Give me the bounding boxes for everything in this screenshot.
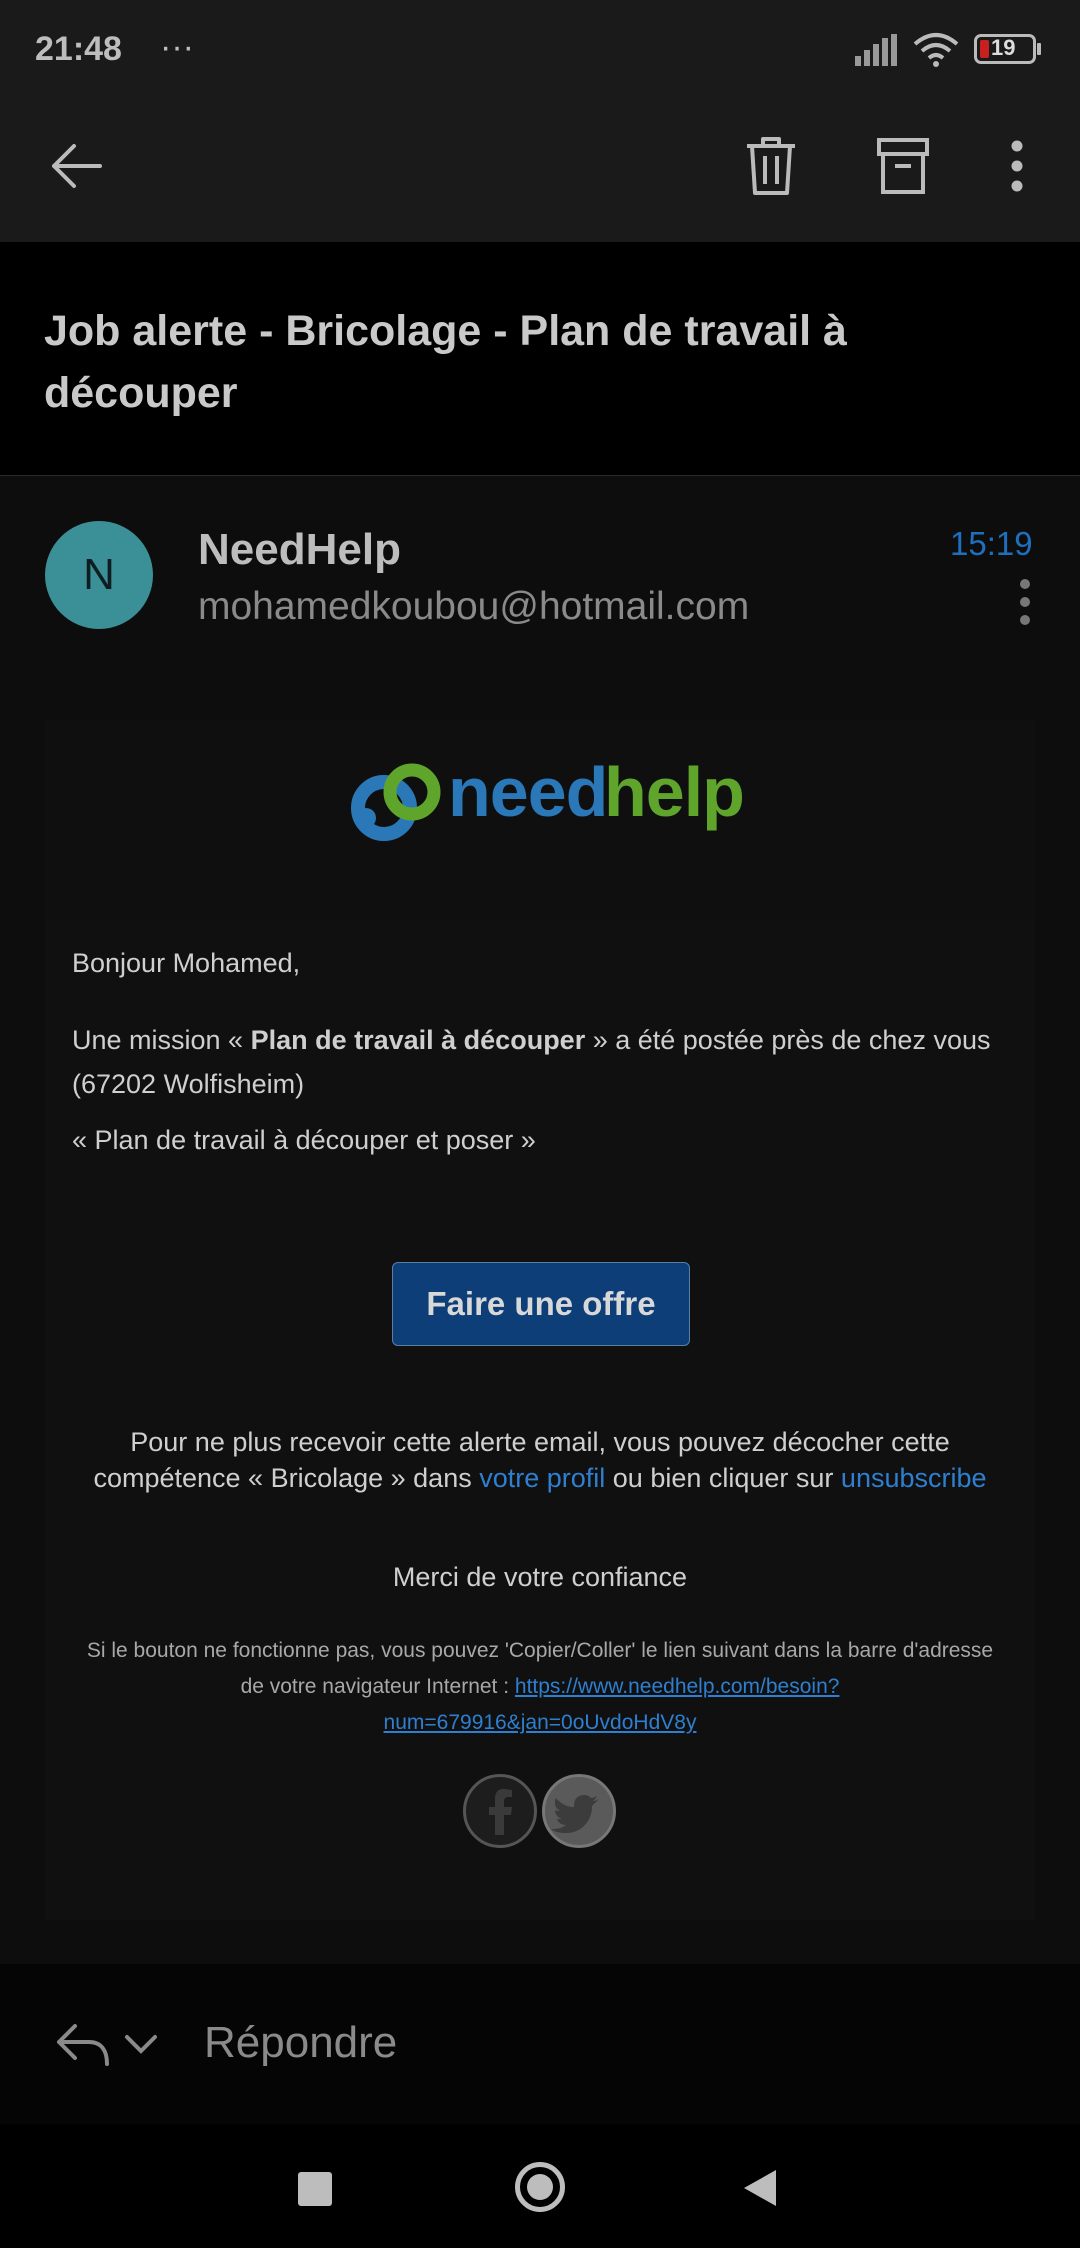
- fallback-line-2: de votre navigateur Internet : https://w…: [45, 1669, 1035, 1705]
- email-time: 15:19: [950, 525, 1033, 562]
- status-bar: 21:48 ··· 19: [0, 0, 1080, 100]
- unsubscribe-line-2: compétence « Bricolage » dans votre prof…: [45, 1460, 1035, 1496]
- avatar-letter: N: [83, 550, 115, 599]
- back-nav-icon[interactable]: [742, 2168, 778, 2208]
- signal-icon: [855, 34, 897, 66]
- facebook-icon[interactable]: [463, 1774, 537, 1848]
- profile-link[interactable]: votre profil: [479, 1463, 605, 1493]
- fallback-url-continued[interactable]: num=679916&jan=0oUvdoHdV8y: [384, 1711, 697, 1734]
- mission-location: (67202 Wolfisheim): [72, 1069, 305, 1099]
- sender-name[interactable]: NeedHelp: [198, 525, 401, 575]
- thanks-text: Merci de votre confiance: [392, 1562, 688, 1592]
- subject-line-2: découper: [44, 369, 238, 417]
- needhelp-logo-mark: [351, 763, 441, 841]
- status-time: 21:48: [35, 30, 122, 68]
- make-offer-button[interactable]: Faire une offre: [392, 1262, 690, 1346]
- reply-bar: Répondre: [0, 1964, 1080, 2124]
- recents-button[interactable]: [298, 2172, 332, 2206]
- status-dots: ···: [160, 28, 194, 66]
- avatar[interactable]: N: [45, 521, 153, 629]
- logo-text-help: help: [604, 753, 745, 831]
- reply-label[interactable]: Répondre: [204, 2018, 397, 2068]
- mission-quote: « Plan de travail à découper et poser »: [72, 1125, 536, 1155]
- unsubscribe-link[interactable]: unsubscribe: [841, 1463, 987, 1493]
- unsubscribe-text: Pour ne plus recevoir cette alerte email…: [45, 1424, 1035, 1496]
- subject-line-1: Job alerte - Bricolage - Plan de travail…: [44, 307, 847, 355]
- mission-text: Une mission « Plan de travail à découper…: [72, 1018, 1012, 1106]
- email-toolbar: [0, 100, 1080, 242]
- logo-text-need: need: [448, 753, 608, 831]
- email-subject: Job alerte - Bricolage - Plan de travail…: [44, 300, 944, 424]
- sender-address[interactable]: mohamedkoubou@hotmail.com: [198, 585, 749, 629]
- fallback-url[interactable]: https://www.needhelp.com/besoin?: [515, 1675, 840, 1698]
- greeting: Bonjour Mohamed,: [72, 948, 301, 978]
- trash-icon[interactable]: [745, 136, 797, 196]
- home-button[interactable]: [515, 2162, 565, 2212]
- mission-prefix: Une mission «: [72, 1025, 251, 1055]
- chevron-down-icon[interactable]: [124, 2034, 158, 2056]
- reply-icon[interactable]: [55, 2022, 111, 2066]
- unsubscribe-line-2-b: ou bien cliquer sur: [605, 1463, 841, 1493]
- unsubscribe-line-2-a: compétence « Bricolage » dans: [93, 1463, 480, 1493]
- battery-level: 19: [991, 35, 1016, 60]
- needhelp-logo: need help: [350, 750, 745, 850]
- unsubscribe-line-1: Pour ne plus recevoir cette alerte email…: [130, 1427, 950, 1457]
- fallback-line-1: Si le bouton ne fonctionne pas, vous pou…: [86, 1639, 994, 1662]
- mission-title: Plan de travail à découper: [250, 1025, 586, 1055]
- arrow-left-icon[interactable]: [48, 138, 104, 194]
- more-vertical-icon[interactable]: [1010, 140, 1024, 192]
- battery-icon: 19: [974, 34, 1036, 64]
- wifi-icon: [913, 33, 959, 67]
- archive-icon[interactable]: [877, 138, 929, 194]
- twitter-icon[interactable]: [542, 1774, 616, 1848]
- fallback-prefix: de votre navigateur Internet :: [240, 1675, 515, 1698]
- fallback-text: Si le bouton ne fonctionne pas, vous pou…: [45, 1633, 1035, 1741]
- mission-suffix: » a été postée près de chez vous: [585, 1025, 991, 1055]
- message-more-icon[interactable]: [1018, 578, 1032, 626]
- system-nav-bar: [0, 2124, 1080, 2248]
